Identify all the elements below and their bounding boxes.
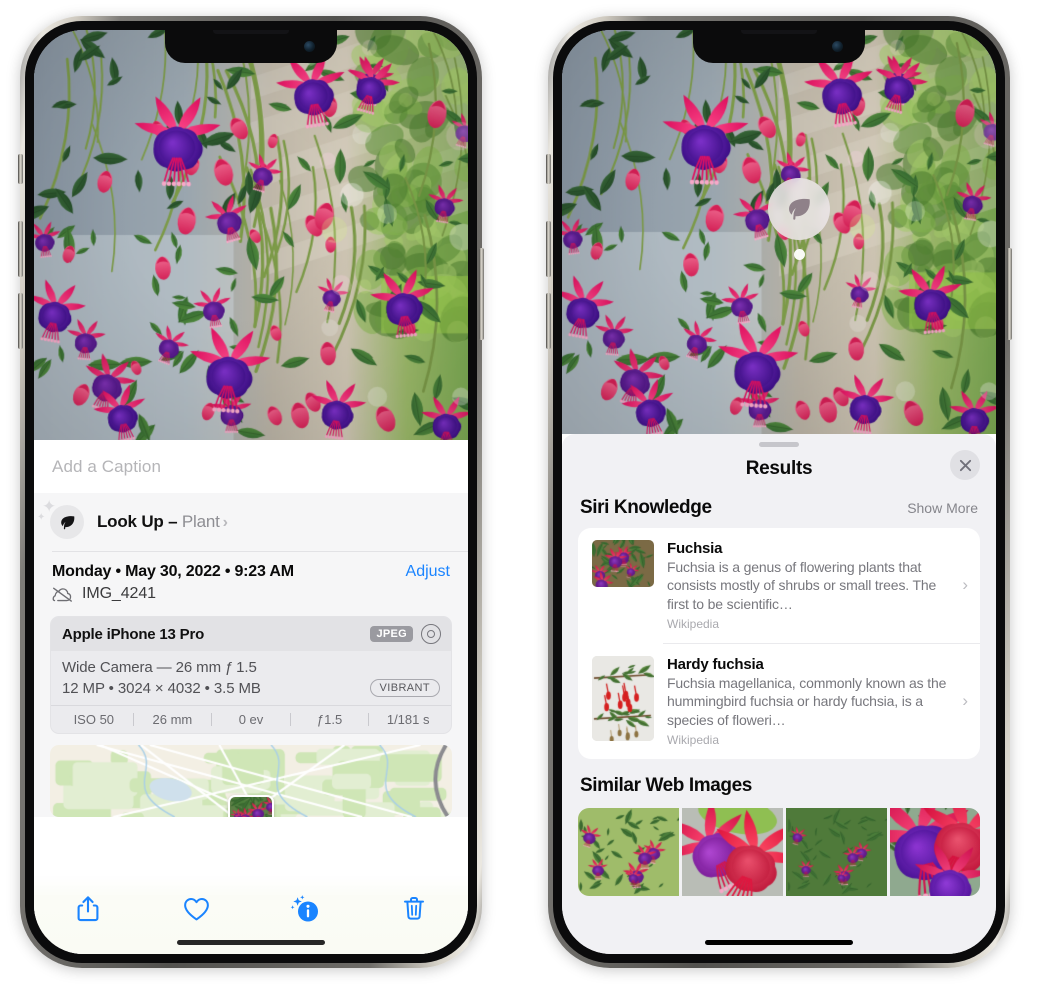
knowledge-description: Fuchsia is a genus of flowering plants t… [667,559,937,612]
fuchsia-photo [34,30,468,440]
left-screen: Add a Caption ✦ ✦ Look Up – Plant › Mond… [34,30,468,954]
trash-icon [403,897,424,920]
front-camera-icon [304,41,315,52]
web-image-thumb[interactable] [682,807,783,896]
iphone-left-device: Add a Caption ✦ ✦ Look Up – Plant › Mond… [18,16,484,968]
file-row: IMG_4241 [34,581,468,614]
caption-placeholder: Add a Caption [52,456,162,476]
chevron-right-icon: › [962,575,968,595]
silence-switch[interactable] [18,154,23,184]
exif-aperture: ƒ1.5 [316,712,343,727]
heart-icon [184,897,210,921]
photographic-style-badge: VIBRANT [369,679,440,697]
info-sparkle-icon [290,895,319,922]
file-name: IMG_4241 [82,585,156,602]
notch [693,30,865,63]
icloud-off-icon [52,587,72,602]
info-details-block: ✦ ✦ Look Up – Plant › Monday • May 30, 2… [34,493,468,817]
home-indicator[interactable] [705,940,853,945]
volume-up-button[interactable] [546,221,551,277]
photo-viewer-left[interactable] [34,30,468,440]
map-pin-thumbnail [230,797,272,817]
results-header: Results [562,447,996,491]
lens-info: Wide Camera — 26 mm ƒ 1.5 [62,659,257,676]
right-screen: Results Siri Knowledge Show More Fuchsia… [562,30,996,954]
leaf-icon [60,515,74,529]
chevron-right-icon: › [222,514,228,531]
exif-row: ISO 50 26 mm 0 ev ƒ1.5 1/181 s [51,705,451,733]
siri-knowledge-header: Siri Knowledge Show More [562,491,996,528]
exif-ev: 0 ev [238,712,264,727]
metadata-body: Wide Camera — 26 mm ƒ 1.5 12 MP • 3024 ×… [51,651,451,705]
similar-web-images-title: Similar Web Images [580,774,752,796]
similar-web-images-header: Similar Web Images [562,759,996,799]
photo-date: Monday • May 30, 2022 • 9:23 AM [52,563,294,580]
look-up-subject: Plant [181,512,220,531]
close-icon [959,459,971,471]
metadata-header: Apple iPhone 13 Pro JPEG [51,617,451,651]
web-image-thumb[interactable] [786,807,887,896]
home-indicator[interactable] [177,940,325,945]
iphone-right-device: Results Siri Knowledge Show More Fuchsia… [546,16,1012,968]
show-more-button[interactable]: Show More [907,500,978,516]
exif-focal: 26 mm [152,712,193,727]
share-icon [77,896,99,922]
close-button[interactable] [950,450,980,480]
earpiece-speaker [213,30,289,34]
earpiece-speaker [741,30,817,34]
location-map[interactable] [50,745,452,817]
marker-dot [793,249,805,260]
web-image-thumb[interactable] [578,807,679,896]
plant-lookup-marker[interactable] [768,178,830,260]
look-up-label: Look Up – Plant › [97,512,228,532]
exif-shutter: 1/181 s [386,712,430,727]
look-up-dash: – [163,512,182,531]
side-power-button[interactable] [1007,248,1012,340]
silence-switch[interactable] [546,154,551,184]
knowledge-title: Hardy fuchsia [667,655,764,673]
look-up-title: Look Up [97,512,164,531]
camera-metadata-card[interactable]: Apple iPhone 13 Pro JPEG Wide Camera — 2… [50,616,452,734]
lens-target-icon [421,624,441,644]
look-up-row[interactable]: ✦ ✦ Look Up – Plant › [34,493,468,551]
exif-iso: ISO 50 [73,712,115,727]
delete-button[interactable] [388,889,440,929]
sparkle-icon-small: ✦ [37,512,46,523]
siri-knowledge-card: Fuchsia Fuchsia is a genus of flowering … [578,528,980,759]
siri-knowledge-title: Siri Knowledge [580,497,712,518]
knowledge-title: Fuchsia [667,540,723,557]
caption-field[interactable]: Add a Caption [34,440,468,493]
side-power-button[interactable] [479,248,484,340]
volume-down-button[interactable] [546,293,551,349]
front-camera-icon [832,41,843,52]
chevron-right-icon: › [962,691,968,711]
adjust-date-button[interactable]: Adjust [406,563,450,581]
notch [165,30,337,63]
knowledge-item[interactable]: Fuchsia Fuchsia is a genus of flowering … [578,528,980,643]
knowledge-thumbnail [592,540,654,587]
date-row: Monday • May 30, 2022 • 9:23 AM Adjust [34,552,468,581]
knowledge-thumbnail [592,655,654,741]
volume-down-button[interactable] [18,293,23,349]
similar-web-images-strip[interactable] [578,807,980,896]
device-name: Apple iPhone 13 Pro [62,625,205,643]
favorite-button[interactable] [171,889,223,929]
screenshot-root: Add a Caption ✦ ✦ Look Up – Plant › Mond… [0,0,1055,985]
knowledge-item[interactable]: Hardy fuchsia Fuchsia magellanica, commo… [578,644,980,759]
knowledge-description: Fuchsia magellanica, commonly known as t… [667,674,947,728]
share-button[interactable] [62,889,114,929]
web-image-thumb[interactable] [890,807,980,896]
knowledge-source: Wikipedia [667,732,720,747]
map-photo-pin[interactable] [228,795,274,817]
volume-up-button[interactable] [18,221,23,277]
info-button[interactable] [279,889,331,929]
results-title: Results [745,458,813,479]
leaf-badge: ✦ ✦ [37,498,84,539]
size-info: 12 MP • 3024 × 4032 • 3.5 MB [62,679,261,697]
format-badge: JPEG [370,626,413,642]
knowledge-source: Wikipedia [667,616,720,631]
leaf-icon [789,198,810,220]
results-sheet: Results Siri Knowledge Show More Fuchsia… [562,434,996,954]
marker-bubble [768,178,830,240]
